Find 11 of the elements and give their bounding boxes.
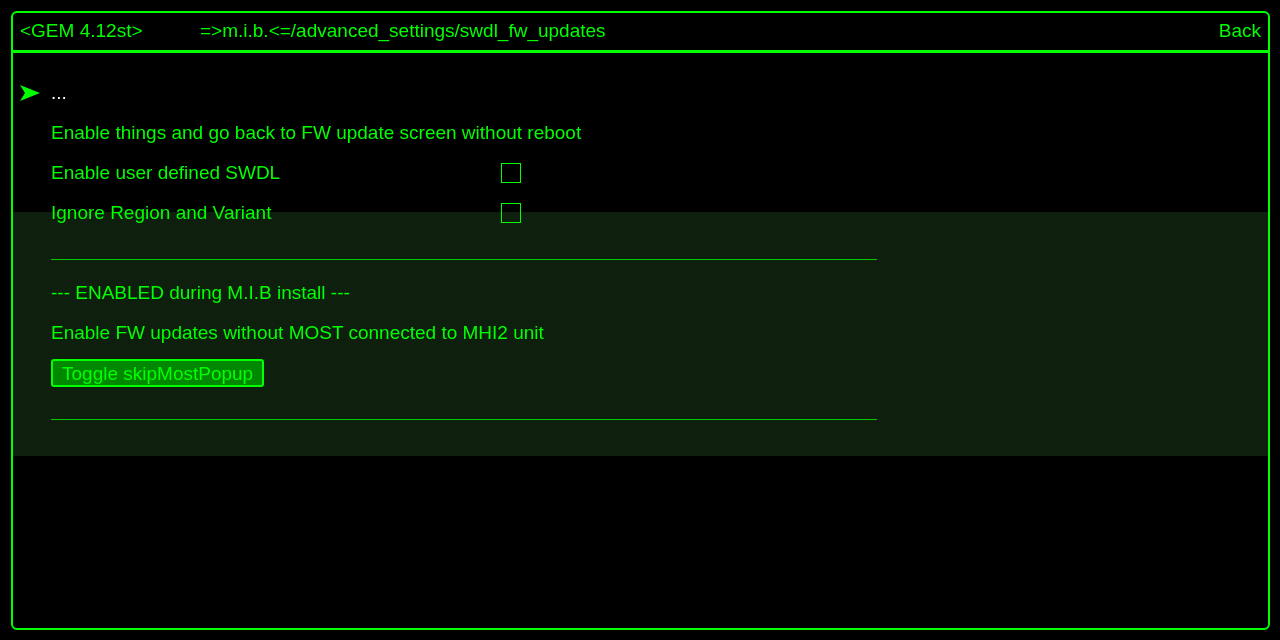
info-text: --- ENABLED during M.I.B install --- [51, 280, 350, 305]
checkbox-label: Enable user defined SWDL [51, 160, 282, 185]
info-text: Enable FW updates without MOST connected to MHI2 unit [51, 320, 544, 345]
checkbox[interactable] [501, 203, 521, 223]
checkbox[interactable] [501, 163, 521, 183]
checkbox-label: Ignore Region and Variant [51, 200, 273, 225]
version-label: <GEM 4.12st> [20, 19, 144, 44]
menu-item[interactable]: Enable things and go back to FW update screen without reboot [51, 118, 582, 148]
menu-item[interactable]: ... [51, 78, 67, 108]
breadcrumb-path: =>m.i.b.<=/advanced_settings/swdl_fw_updates [200, 19, 606, 44]
back-link[interactable]: Back [1218, 17, 1261, 46]
